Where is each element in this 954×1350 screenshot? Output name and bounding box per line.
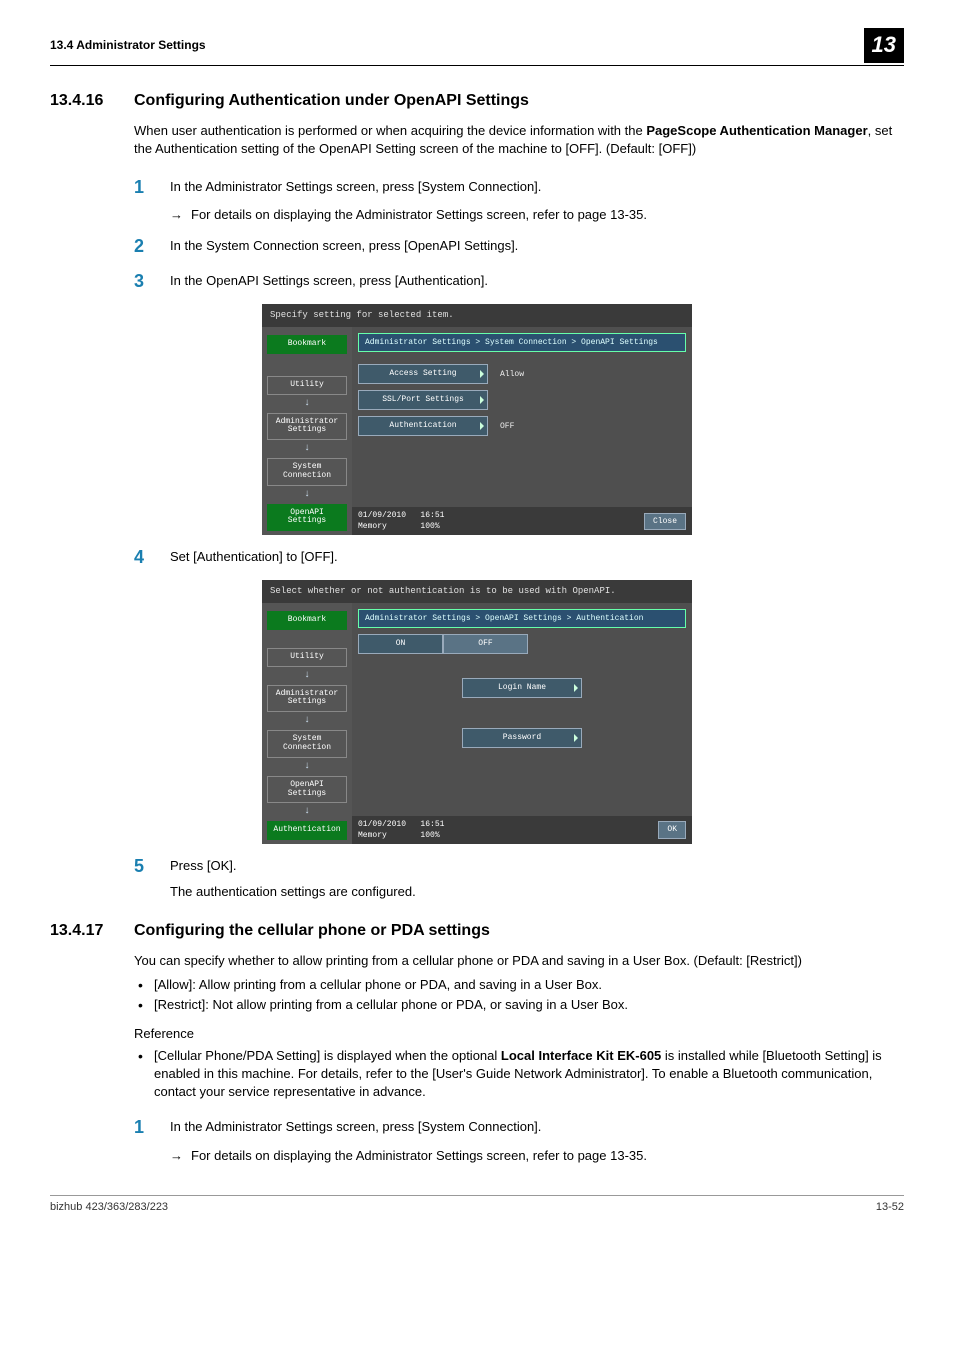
auth-off-toggle[interactable]: OFF <box>443 634 528 654</box>
footer-right: 13-52 <box>876 1200 904 1215</box>
close-button[interactable]: Close <box>644 513 686 530</box>
section-2-intro: You can specify whether to allow printin… <box>134 952 904 970</box>
chevron-down-icon: ↓ <box>304 762 310 772</box>
auth-on-toggle[interactable]: ON <box>358 634 443 654</box>
page-header: 13.4 Administrator Settings 13 <box>50 28 904 66</box>
section-1-heading: 13.4.16 Configuring Authentication under… <box>50 90 904 112</box>
footer-left: bizhub 423/363/283/223 <box>50 1200 168 1215</box>
authentication-button[interactable]: Authentication <box>358 416 488 436</box>
reference-item-1: [Cellular Phone/PDA Setting] is displaye… <box>134 1047 904 1102</box>
section-2-heading: 13.4.17 Configuring the cellular phone o… <box>50 920 904 942</box>
bullet-restrict: [Restrict]: Not allow printing from a ce… <box>134 996 904 1014</box>
reference-heading: Reference <box>134 1025 904 1043</box>
screen1-title: Specify setting for selected item. <box>262 304 692 327</box>
authentication-crumb-button[interactable]: Authentication <box>267 821 347 840</box>
allow-restrict-list: [Allow]: Allow printing from a cellular … <box>134 976 904 1014</box>
screenshot-authentication: Select whether or not authentication is … <box>262 580 692 844</box>
breadcrumb: Administrator Settings > OpenAPI Setting… <box>358 609 686 628</box>
breadcrumb: Administrator Settings > System Connecti… <box>358 333 686 352</box>
step-5-text: Press [OK]. <box>170 857 904 875</box>
screen2-datetime: 01/09/2010 16:51 Memory 100% <box>358 819 444 841</box>
step-5-result: The authentication settings are configur… <box>170 883 904 901</box>
step-1: 1 In the Administrator Settings screen, … <box>134 175 904 200</box>
header-left: 13.4 Administrator Settings <box>50 37 206 54</box>
bullet-allow: [Allow]: Allow printing from a cellular … <box>134 976 904 994</box>
section-2-number: 13.4.17 <box>50 920 134 942</box>
chapter-badge: 13 <box>864 28 904 63</box>
screen1-datetime: 01/09/2010 16:51 Memory 100% <box>358 510 444 532</box>
step-2: 2 In the System Connection screen, press… <box>134 234 904 259</box>
step-3: 3 In the OpenAPI Settings screen, press … <box>134 269 904 294</box>
section-2-title: Configuring the cellular phone or PDA se… <box>134 920 490 942</box>
chevron-down-icon: ↓ <box>304 444 310 454</box>
sec2-step-1-sub: For details on displaying the Administra… <box>170 1147 904 1165</box>
sec2-step-1-text: In the Administrator Settings screen, pr… <box>170 1115 904 1140</box>
utility-button[interactable]: Utility <box>267 648 347 667</box>
system-connection-button[interactable]: System Connection <box>267 458 347 486</box>
access-setting-button[interactable]: Access Setting <box>358 364 488 384</box>
ssl-port-settings-button[interactable]: SSL/Port Settings <box>358 390 488 410</box>
admin-settings-button[interactable]: Administrator Settings <box>267 685 347 713</box>
section-1-number: 13.4.16 <box>50 90 134 112</box>
screen2-title: Select whether or not authentication is … <box>262 580 692 603</box>
page-footer: bizhub 423/363/283/223 13-52 <box>50 1195 904 1215</box>
step-3-text: In the OpenAPI Settings screen, press [A… <box>170 269 904 294</box>
reference-list: [Cellular Phone/PDA Setting] is displaye… <box>134 1047 904 1102</box>
admin-settings-button[interactable]: Administrator Settings <box>267 413 347 441</box>
chevron-down-icon: ↓ <box>304 716 310 726</box>
section-1-intro: When user authentication is performed or… <box>134 122 904 158</box>
sec2-step-1: 1 In the Administrator Settings screen, … <box>134 1115 904 1140</box>
system-connection-button[interactable]: System Connection <box>267 730 347 758</box>
ok-button[interactable]: OK <box>658 821 686 838</box>
screenshot-openapi-settings: Specify setting for selected item. Bookm… <box>262 304 692 535</box>
openapi-settings-button[interactable]: OpenAPI Settings <box>267 776 347 804</box>
authentication-value: OFF <box>500 421 514 432</box>
bookmark-button[interactable]: Bookmark <box>267 611 347 630</box>
chevron-down-icon: ↓ <box>304 399 310 409</box>
login-name-field[interactable]: Login Name <box>462 678 582 698</box>
bookmark-button[interactable]: Bookmark <box>267 335 347 354</box>
section-1-title: Configuring Authentication under OpenAPI… <box>134 90 529 112</box>
step-2-text: In the System Connection screen, press [… <box>170 234 904 259</box>
utility-button[interactable]: Utility <box>267 376 347 395</box>
chevron-down-icon: ↓ <box>304 671 310 681</box>
password-field[interactable]: Password <box>462 728 582 748</box>
step-4-text: Set [Authentication] to [OFF]. <box>170 545 904 570</box>
openapi-settings-button[interactable]: OpenAPI Settings <box>267 504 347 532</box>
step-4: 4 Set [Authentication] to [OFF]. <box>134 545 904 570</box>
step-5: 5 Press [OK]. The authentication setting… <box>134 854 904 901</box>
step-1-text: In the Administrator Settings screen, pr… <box>170 175 904 200</box>
chevron-down-icon: ↓ <box>304 807 310 817</box>
access-setting-value: Allow <box>500 369 524 380</box>
step-1-sub: For details on displaying the Administra… <box>170 206 904 224</box>
chevron-down-icon: ↓ <box>304 490 310 500</box>
